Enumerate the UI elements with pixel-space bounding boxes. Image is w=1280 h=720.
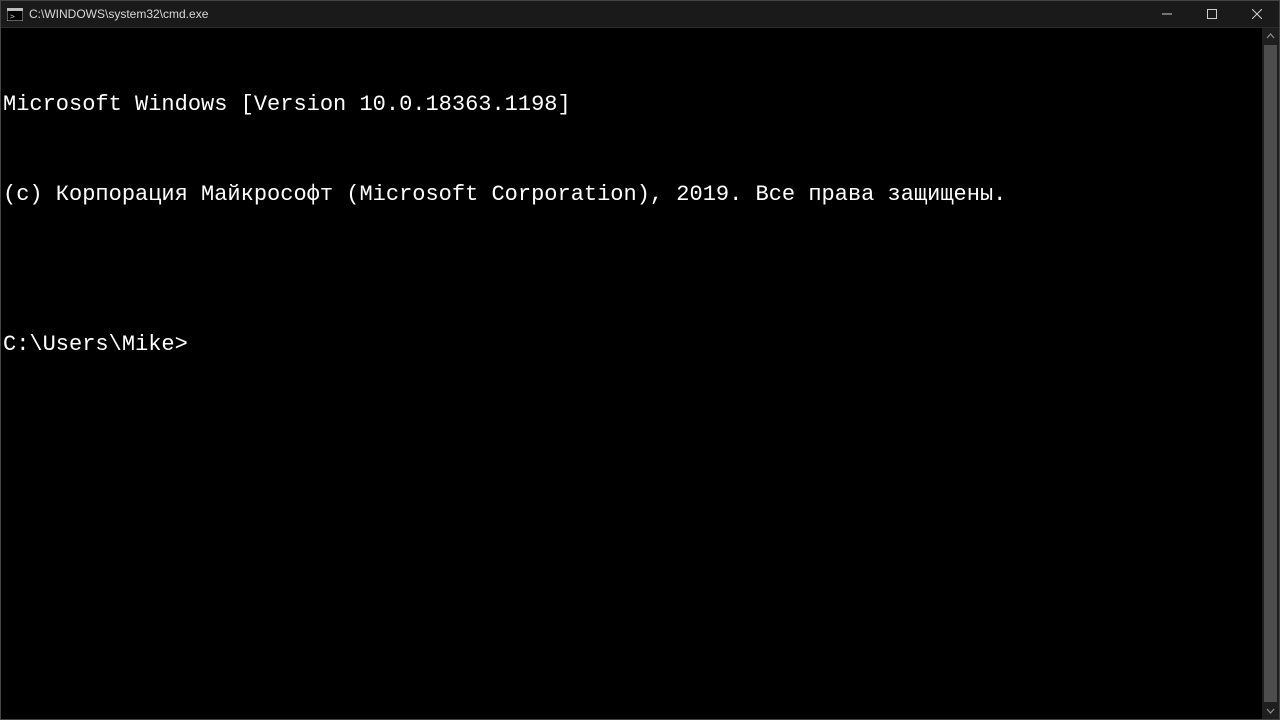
terminal-prompt[interactable]: C:\Users\Mike> (3, 330, 1260, 360)
window-title: C:\WINDOWS\system32\cmd.exe (29, 7, 208, 21)
cmd-window: >_ C:\WINDOWS\system32\cmd.exe Microsoft… (0, 0, 1280, 720)
scrollbar-thumb[interactable] (1264, 45, 1277, 702)
cmd-icon: >_ (7, 7, 23, 21)
scroll-up-arrow-icon[interactable] (1262, 28, 1279, 45)
vertical-scrollbar[interactable] (1262, 28, 1279, 719)
titlebar[interactable]: >_ C:\WINDOWS\system32\cmd.exe (1, 1, 1279, 27)
scroll-down-arrow-icon[interactable] (1262, 702, 1279, 719)
window-body: Microsoft Windows [Version 10.0.18363.11… (1, 27, 1279, 719)
scrollbar-track[interactable] (1262, 45, 1279, 702)
terminal-line: Microsoft Windows [Version 10.0.18363.11… (3, 90, 1260, 120)
svg-text:>_: >_ (10, 12, 20, 21)
maximize-button[interactable] (1189, 1, 1234, 27)
terminal-output[interactable]: Microsoft Windows [Version 10.0.18363.11… (1, 28, 1262, 719)
close-button[interactable] (1234, 1, 1279, 27)
minimize-button[interactable] (1144, 1, 1189, 27)
terminal-line: (c) Корпорация Майкрософт (Microsoft Cor… (3, 180, 1260, 210)
